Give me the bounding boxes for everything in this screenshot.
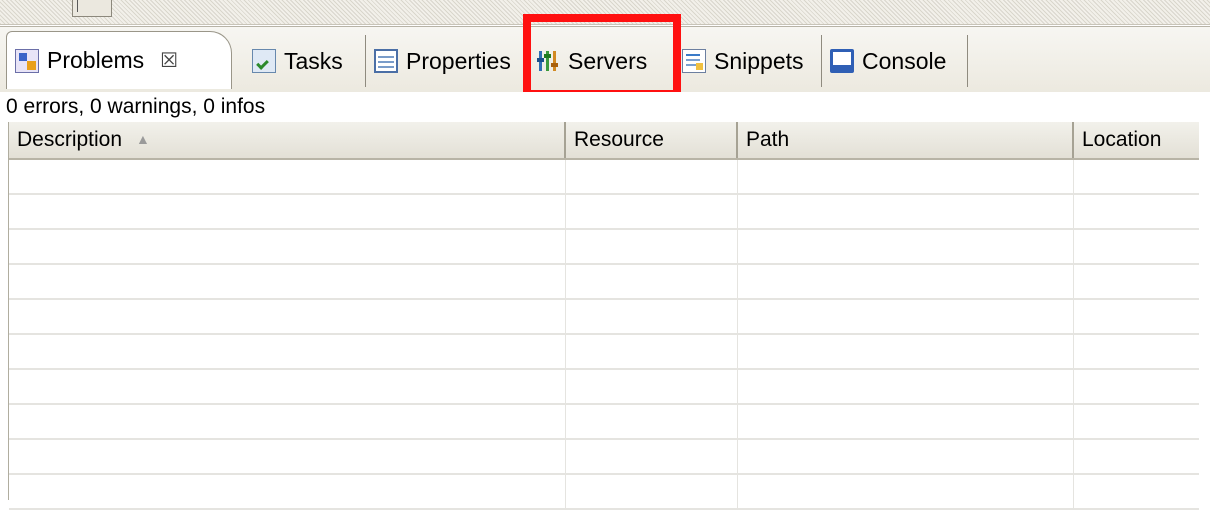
- column-header-description-label: Description: [17, 128, 123, 151]
- table-cell: [9, 440, 566, 473]
- table-cell: [738, 160, 1074, 193]
- table-cell: [1074, 195, 1199, 228]
- column-header-location-label: Location: [1082, 128, 1162, 151]
- table-cell: [1074, 300, 1199, 333]
- table-row[interactable]: [9, 335, 1199, 370]
- table-row[interactable]: [9, 475, 1199, 510]
- table-cell: [1074, 475, 1199, 508]
- table-cell: [566, 475, 738, 508]
- table-cell: [738, 195, 1074, 228]
- table-cell: [738, 440, 1074, 473]
- table-cell: [9, 230, 566, 263]
- table-cell: [738, 335, 1074, 368]
- table-row[interactable]: [9, 300, 1199, 335]
- table-cell: [1074, 370, 1199, 403]
- table-cell: [566, 160, 738, 193]
- console-icon: [830, 49, 854, 73]
- snippets-icon: [682, 49, 706, 73]
- tab-properties[interactable]: Properties: [366, 35, 528, 87]
- table-row[interactable]: [9, 265, 1199, 300]
- column-header-path-label: Path: [746, 128, 790, 151]
- table-cell: [1074, 335, 1199, 368]
- tab-snippets[interactable]: Snippets: [674, 35, 822, 87]
- problems-summary: 0 errors, 0 warnings, 0 infos: [0, 92, 1210, 122]
- table-row[interactable]: [9, 405, 1199, 440]
- sort-ascending-icon: ▲: [136, 131, 150, 147]
- table-cell: [9, 265, 566, 298]
- column-header-description[interactable]: Description ▲: [9, 122, 566, 158]
- tab-console-label: Console: [862, 47, 947, 74]
- tab-problems[interactable]: Problems ☒: [6, 31, 232, 89]
- table-cell: [566, 335, 738, 368]
- tab-problems-label: Problems: [47, 47, 145, 73]
- table-cell: [9, 160, 566, 193]
- table-cell: [738, 370, 1074, 403]
- table-cell: [9, 300, 566, 333]
- table-cell: [566, 405, 738, 438]
- tab-servers[interactable]: Servers: [528, 35, 674, 87]
- table-cell: [9, 335, 566, 368]
- table-cell: [1074, 265, 1199, 298]
- table-row[interactable]: [9, 440, 1199, 475]
- table-cell: [1074, 405, 1199, 438]
- properties-icon: [374, 49, 398, 73]
- table-cell: [1074, 230, 1199, 263]
- table-cell: [566, 370, 738, 403]
- table-row[interactable]: [9, 230, 1199, 265]
- table-cell: [1074, 160, 1199, 193]
- table-cell: [566, 300, 738, 333]
- table-cell: [9, 475, 566, 508]
- table-body: [9, 160, 1199, 510]
- column-header-resource-label: Resource: [574, 128, 664, 151]
- top-toolbar-strip: [0, 0, 1210, 25]
- table-cell: [738, 300, 1074, 333]
- table-cell: [9, 195, 566, 228]
- table-cell: [738, 475, 1074, 508]
- column-header-resource[interactable]: Resource: [566, 122, 738, 158]
- table-cell: [566, 440, 738, 473]
- column-header-path[interactable]: Path: [738, 122, 1074, 158]
- table-cell: [738, 230, 1074, 263]
- table-row[interactable]: [9, 195, 1199, 230]
- table-cell: [566, 265, 738, 298]
- table-cell: [1074, 440, 1199, 473]
- close-icon[interactable]: ☒: [160, 48, 178, 73]
- tab-snippets-label: Snippets: [714, 47, 804, 74]
- tasks-icon: [252, 49, 276, 73]
- table-row[interactable]: [9, 160, 1199, 195]
- tab-servers-label: Servers: [568, 47, 648, 74]
- table-row[interactable]: [9, 370, 1199, 405]
- servers-icon: [536, 49, 560, 73]
- tab-tasks-label: Tasks: [284, 47, 343, 74]
- table-cell: [738, 405, 1074, 438]
- table-cell: [9, 405, 566, 438]
- problems-table: Description ▲ Resource Path Location: [8, 122, 1199, 510]
- tab-tasks[interactable]: Tasks: [244, 35, 366, 87]
- problems-icon: [15, 48, 39, 73]
- table-header: Description ▲ Resource Path Location: [9, 122, 1199, 160]
- table-cell: [738, 265, 1074, 298]
- table-cell: [9, 370, 566, 403]
- column-header-location[interactable]: Location: [1074, 122, 1199, 158]
- toolbar-button[interactable]: [72, 0, 112, 17]
- tab-properties-label: Properties: [406, 47, 511, 74]
- table-cell: [566, 230, 738, 263]
- table-cell: [566, 195, 738, 228]
- tab-console[interactable]: Console: [822, 35, 968, 87]
- view-tab-bar: Problems ☒ Tasks Properties Servers Snip…: [0, 26, 1210, 94]
